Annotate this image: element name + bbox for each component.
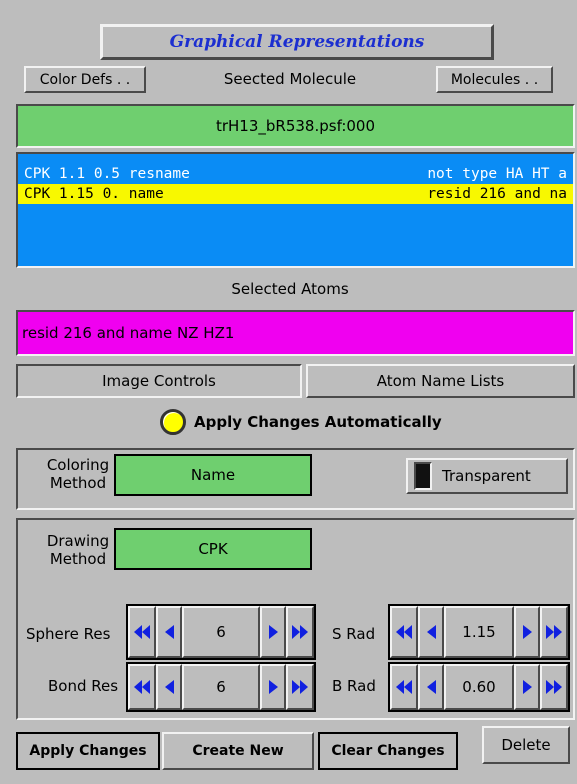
rep-selection: resid 216 and na <box>427 186 567 202</box>
double-left-arrow-icon <box>134 625 150 639</box>
b-rad-value-box[interactable]: 0.60 <box>444 664 514 710</box>
apply-auto-label: Apply Changes Automatically <box>194 413 442 431</box>
coloring-method-label: Coloring Method <box>46 456 110 492</box>
sphere-res-label: Sphere Res <box>26 625 111 643</box>
s-rad-value-box[interactable]: 1.15 <box>444 606 514 658</box>
selected-molecule-value: trH13_bR538.psf:000 <box>215 117 376 135</box>
right-arrow-icon <box>268 625 278 639</box>
rep-list-row-selected[interactable]: CPK 1.15 0. name resid 216 and na <box>18 184 573 204</box>
left-arrow-icon <box>426 625 436 639</box>
bond-res-label: Bond Res <box>48 677 119 695</box>
right-arrow-icon <box>268 680 278 694</box>
increment-button[interactable] <box>514 606 540 658</box>
double-left-arrow-icon <box>134 680 150 694</box>
s-rad-value: 1.15 <box>462 623 496 641</box>
right-arrow-icon <box>522 680 532 694</box>
tab-atom-name-lists[interactable]: Atom Name Lists <box>306 364 575 398</box>
rep-list-row[interactable]: CPK 1.1 0.5 resname not type HA HT a <box>24 164 567 184</box>
delete-button[interactable]: Delete <box>482 726 570 764</box>
rep-style: CPK 1.1 0.5 <box>24 166 121 182</box>
delete-label: Delete <box>501 736 551 754</box>
rep-color: name <box>128 186 164 202</box>
double-left-arrow-icon <box>396 625 412 639</box>
double-left-arrow-icon <box>396 680 412 694</box>
molecules-button[interactable]: Molecules . . <box>436 66 553 93</box>
window-title-button[interactable]: Graphical Representations <box>100 24 494 60</box>
drawing-method-button[interactable]: CPK <box>114 528 312 570</box>
fast-increment-button[interactable] <box>286 606 314 658</box>
create-new-button[interactable]: Create New <box>162 732 314 770</box>
drawing-method-label: Drawing Method <box>46 532 110 568</box>
fast-increment-button[interactable] <box>286 664 314 710</box>
selected-molecule-field[interactable]: trH13_bR538.psf:000 <box>16 104 575 148</box>
sphere-res-value-box[interactable]: 6 <box>182 606 260 658</box>
selected-atoms-field[interactable]: resid 216 and name NZ HZ1 <box>16 310 575 356</box>
fast-decrement-button[interactable] <box>128 664 156 710</box>
decrement-button[interactable] <box>418 664 444 710</box>
right-arrow-icon <box>522 625 532 639</box>
toggle-indicator-icon <box>414 462 432 490</box>
transparent-label: Transparent <box>442 467 531 485</box>
coloring-method-value: Name <box>190 466 236 484</box>
b-rad-value: 0.60 <box>462 678 496 696</box>
sphere-res-control: 6 <box>126 604 316 660</box>
selected-atoms-label: Selected Atoms <box>231 280 349 298</box>
window-title: Graphical Representations <box>169 32 425 52</box>
b-rad-control: 0.60 <box>388 662 570 712</box>
decrement-button[interactable] <box>156 606 182 658</box>
color-defs-button[interactable]: Color Defs . . <box>24 66 146 93</box>
rep-list[interactable]: CPK 1.1 0.5 resname not type HA HT a CPK… <box>16 152 575 268</box>
fast-decrement-button[interactable] <box>128 606 156 658</box>
left-arrow-icon <box>164 680 174 694</box>
drawing-method-value: CPK <box>198 540 228 558</box>
fast-increment-button[interactable] <box>540 606 568 658</box>
bond-res-value-box[interactable]: 6 <box>182 664 260 710</box>
selected-atoms-value: resid 216 and name NZ HZ1 <box>22 324 235 342</box>
increment-button[interactable] <box>260 664 286 710</box>
rep-color: resname <box>128 166 190 182</box>
increment-button[interactable] <box>514 664 540 710</box>
decrement-button[interactable] <box>418 606 444 658</box>
b-rad-label: B Rad <box>332 677 376 695</box>
rep-style: CPK 1.15 0. <box>24 186 121 202</box>
double-right-arrow-icon <box>546 625 562 639</box>
color-defs-label: Color Defs . . <box>39 71 131 88</box>
tab-image-controls-label: Image Controls <box>102 372 216 390</box>
fast-decrement-button[interactable] <box>390 664 418 710</box>
bond-res-control: 6 <box>126 662 316 712</box>
rep-selection: not type HA HT a <box>427 166 567 182</box>
sphere-res-value: 6 <box>216 623 226 641</box>
clear-changes-label: Clear Changes <box>331 743 445 759</box>
tab-image-controls[interactable]: Image Controls <box>16 364 302 398</box>
apply-auto-toggle[interactable]: Apply Changes Automatically <box>160 408 480 436</box>
s-rad-control: 1.15 <box>388 604 570 660</box>
apply-changes-button[interactable]: Apply Changes <box>16 732 160 770</box>
double-right-arrow-icon <box>546 680 562 694</box>
create-new-label: Create New <box>192 743 284 759</box>
decrement-button[interactable] <box>156 664 182 710</box>
bond-res-value: 6 <box>216 678 226 696</box>
coloring-method-button[interactable]: Name <box>114 454 312 496</box>
selected-molecule-label: Seected Molecule <box>223 70 357 88</box>
molecules-label: Molecules . . <box>450 71 539 88</box>
transparent-toggle[interactable]: Transparent <box>406 458 568 494</box>
radio-indicator-icon <box>160 409 186 435</box>
s-rad-label: S Rad <box>332 625 376 643</box>
left-arrow-icon <box>426 680 436 694</box>
fast-increment-button[interactable] <box>540 664 568 710</box>
double-right-arrow-icon <box>292 625 308 639</box>
clear-changes-button[interactable]: Clear Changes <box>318 732 458 770</box>
double-right-arrow-icon <box>292 680 308 694</box>
left-arrow-icon <box>164 625 174 639</box>
increment-button[interactable] <box>260 606 286 658</box>
apply-changes-label: Apply Changes <box>29 743 147 759</box>
tab-atom-name-lists-label: Atom Name Lists <box>376 372 505 390</box>
fast-decrement-button[interactable] <box>390 606 418 658</box>
